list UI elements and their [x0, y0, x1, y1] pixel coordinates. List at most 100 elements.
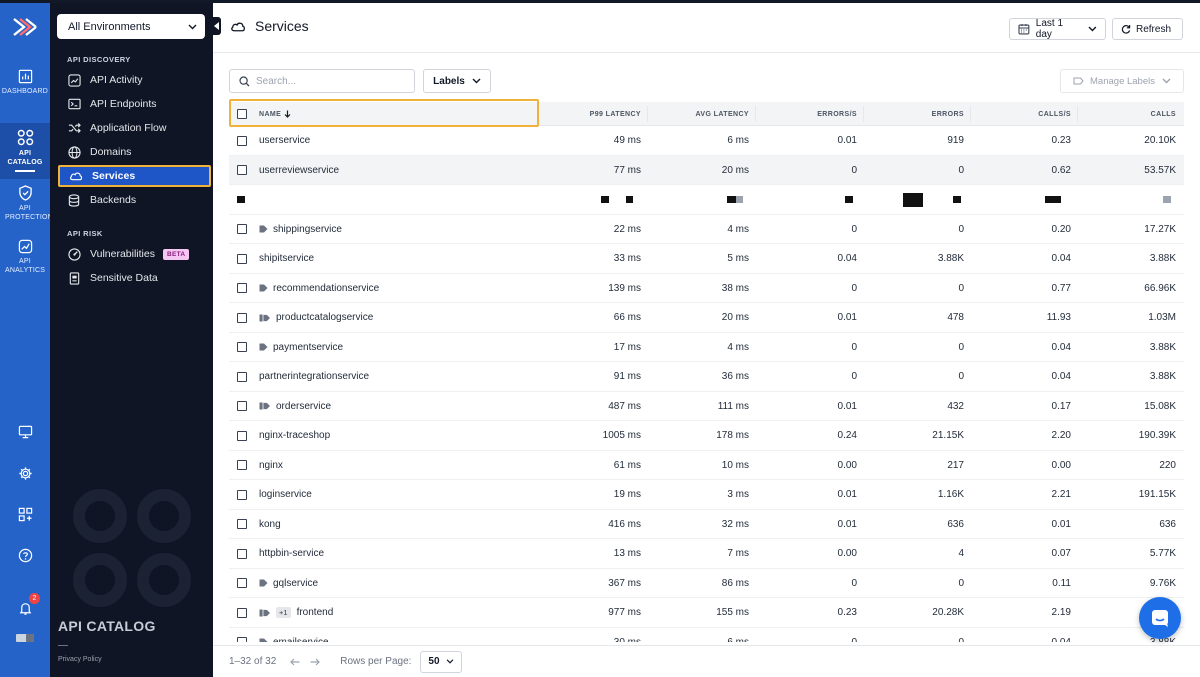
table-row[interactable]: emailservice 30 ms 6 ms 0 0 0.04 3.88K — [229, 628, 1184, 643]
manage-labels-button[interactable]: Manage Labels — [1060, 69, 1184, 93]
sidebar-item-sensitive-data[interactable]: Sensitive Data — [58, 267, 211, 289]
row-checkbox[interactable] — [237, 628, 247, 642]
rail-item-dashboard[interactable]: DASHBOARD — [0, 69, 50, 109]
row-checkbox[interactable] — [237, 156, 247, 185]
table-row[interactable]: productcatalogservice 66 ms 20 ms 0.01 478 11… — [229, 303, 1184, 333]
rail-integrations[interactable] — [0, 507, 50, 522]
rail-monitor[interactable] — [0, 425, 50, 439]
sidebar-item-backends[interactable]: Backends — [58, 189, 211, 211]
arrow-right-icon[interactable] — [310, 658, 321, 666]
row-checkbox[interactable] — [237, 451, 247, 480]
table-row[interactable]: userservice 49 ms 6 ms 0.01 919 0.23 20.10K — [229, 126, 1184, 156]
service-name-cell[interactable]: userreviewservice — [259, 156, 339, 185]
extra-labels-count[interactable]: +1 — [276, 607, 291, 618]
table-row[interactable]: paymentservice 17 ms 4 ms 0 0 0.04 3.88K — [229, 333, 1184, 362]
sidebar-item-api-endpoints[interactable]: API Endpoints — [58, 93, 211, 115]
rail-item-api-catalog[interactable]: API CATALOG — [0, 123, 50, 179]
service-name[interactable]: frontend — [297, 607, 334, 618]
table-row[interactable] — [229, 185, 1184, 215]
service-name[interactable]: loginservice — [259, 489, 312, 500]
app-logo[interactable] — [0, 3, 50, 51]
service-name-cell[interactable]: nginx-traceshop — [259, 421, 330, 450]
rail-item-api-protection[interactable]: API PROTECTION — [0, 179, 53, 233]
service-name[interactable]: userreviewservice — [259, 165, 339, 176]
rail-theme-toggle[interactable] — [0, 634, 50, 642]
row-checkbox[interactable] — [237, 362, 247, 391]
table-row[interactable]: gqlservice 367 ms 86 ms 0 0 0.11 9.76K — [229, 569, 1184, 598]
sidebar-item-api-activity[interactable]: API Activity — [58, 69, 211, 91]
column-header-calls[interactable]: CALLS — [1077, 102, 1176, 126]
row-checkbox[interactable] — [237, 215, 247, 244]
table-row[interactable]: httpbin-service 13 ms 7 ms 0.00 4 0.07 5.77K — [229, 539, 1184, 569]
service-name[interactable]: shipitservice — [259, 253, 314, 264]
table-row[interactable]: recommendationservice 139 ms 38 ms 0 0 0.77 66… — [229, 274, 1184, 303]
service-name-cell[interactable]: userservice — [259, 126, 310, 155]
service-name[interactable]: orderservice — [276, 401, 331, 412]
service-name-cell[interactable]: paymentservice — [259, 333, 343, 362]
service-name[interactable]: partnerintegrationservice — [259, 371, 369, 382]
row-checkbox[interactable] — [237, 333, 247, 362]
rail-help[interactable] — [0, 548, 50, 563]
table-row[interactable]: partnerintegrationservice 91 ms 36 ms 0 0 0.0… — [229, 362, 1184, 392]
row-checkbox[interactable] — [237, 274, 247, 303]
column-header-p99-latency[interactable]: P99 LATENCY — [539, 102, 641, 126]
table-row[interactable]: loginservice 19 ms 3 ms 0.01 1.16K 2.21 191.15… — [229, 480, 1184, 510]
table-row[interactable]: shippingservice 22 ms 4 ms 0 0 0.20 17.27K — [229, 215, 1184, 244]
row-checkbox[interactable] — [237, 598, 247, 627]
service-name[interactable]: httpbin-service — [259, 548, 324, 559]
rail-settings[interactable] — [0, 466, 50, 481]
service-name-cell[interactable]: nginx — [259, 451, 283, 480]
service-name-cell[interactable]: +1 frontend — [259, 598, 333, 627]
search-box[interactable] — [229, 69, 415, 93]
table-row[interactable]: userreviewservice 77 ms 20 ms 0 0 0.62 53.57K — [229, 155, 1184, 185]
rows-per-page-select[interactable]: 50 — [420, 650, 462, 673]
service-name-cell[interactable]: loginservice — [259, 480, 312, 509]
column-header-avg-latency[interactable]: AVG LATENCY — [647, 102, 749, 126]
service-name[interactable]: userservice — [259, 135, 310, 146]
service-name[interactable]: kong — [259, 519, 281, 530]
sidebar-item-vulnerabilities[interactable]: Vulnerabilities BETA — [58, 243, 211, 265]
column-header-calls-per-sec[interactable]: CALLS/S — [970, 102, 1071, 126]
rail-notifications[interactable]: 2 — [0, 593, 50, 616]
service-name-cell[interactable]: gqlservice — [259, 569, 318, 598]
sidebar-collapse-toggle[interactable] — [211, 17, 221, 35]
service-name[interactable]: recommendationservice — [273, 283, 379, 294]
sidebar-item-domains[interactable]: Domains — [58, 141, 211, 163]
privacy-policy-link[interactable]: Privacy Policy — [58, 656, 102, 663]
service-name[interactable]: paymentservice — [273, 342, 343, 353]
column-header-errors[interactable]: ERRORS — [863, 102, 964, 126]
service-name[interactable]: nginx — [259, 460, 283, 471]
arrow-left-icon[interactable] — [290, 658, 300, 666]
service-name[interactable]: emailservice — [273, 637, 329, 643]
support-chat-button[interactable] — [1139, 597, 1181, 639]
table-row[interactable]: shipitservice 33 ms 5 ms 0.04 3.88K 0.04 3.88K — [229, 244, 1184, 274]
service-name-cell[interactable]: recommendationservice — [259, 274, 379, 303]
rail-item-api-analytics[interactable]: API ANALYTICS — [0, 233, 50, 287]
table-row[interactable]: kong 416 ms 32 ms 0.01 636 0.01 636 — [229, 510, 1184, 539]
row-checkbox[interactable] — [237, 510, 247, 539]
row-checkbox[interactable] — [237, 539, 247, 568]
row-checkbox[interactable] — [237, 421, 247, 450]
table-row[interactable]: orderservice 487 ms 111 ms 0.01 432 0.17 15.08… — [229, 392, 1184, 421]
sidebar-item-application-flow[interactable]: Application Flow — [58, 117, 211, 139]
service-name[interactable]: shippingservice — [273, 224, 342, 235]
search-input[interactable] — [256, 75, 406, 87]
environment-select[interactable]: All Environments — [57, 14, 205, 39]
service-name[interactable]: gqlservice — [273, 578, 318, 589]
table-row[interactable]: nginx 61 ms 10 ms 0.00 217 0.00 220 — [229, 451, 1184, 480]
service-name-cell[interactable]: productcatalogservice — [259, 303, 373, 332]
sidebar-item-services[interactable]: Services — [58, 165, 211, 187]
row-checkbox[interactable] — [237, 303, 247, 332]
service-name-cell[interactable]: kong — [259, 510, 281, 539]
service-name-cell[interactable]: httpbin-service — [259, 539, 324, 568]
row-checkbox[interactable] — [237, 244, 247, 273]
service-name[interactable]: productcatalogservice — [276, 312, 373, 323]
service-name-cell[interactable]: shippingservice — [259, 215, 342, 244]
row-checkbox[interactable] — [237, 126, 247, 155]
service-name-cell[interactable]: shipitservice — [259, 244, 314, 273]
table-row[interactable]: +1 frontend 977 ms 155 ms 0.23 20.28K 2.19 — [229, 598, 1184, 628]
row-checkbox[interactable] — [237, 480, 247, 509]
table-row[interactable]: nginx-traceshop 1005 ms 178 ms 0.24 21.15K 2.… — [229, 421, 1184, 451]
labels-filter-button[interactable]: Labels — [423, 69, 491, 93]
row-checkbox[interactable] — [237, 392, 247, 421]
